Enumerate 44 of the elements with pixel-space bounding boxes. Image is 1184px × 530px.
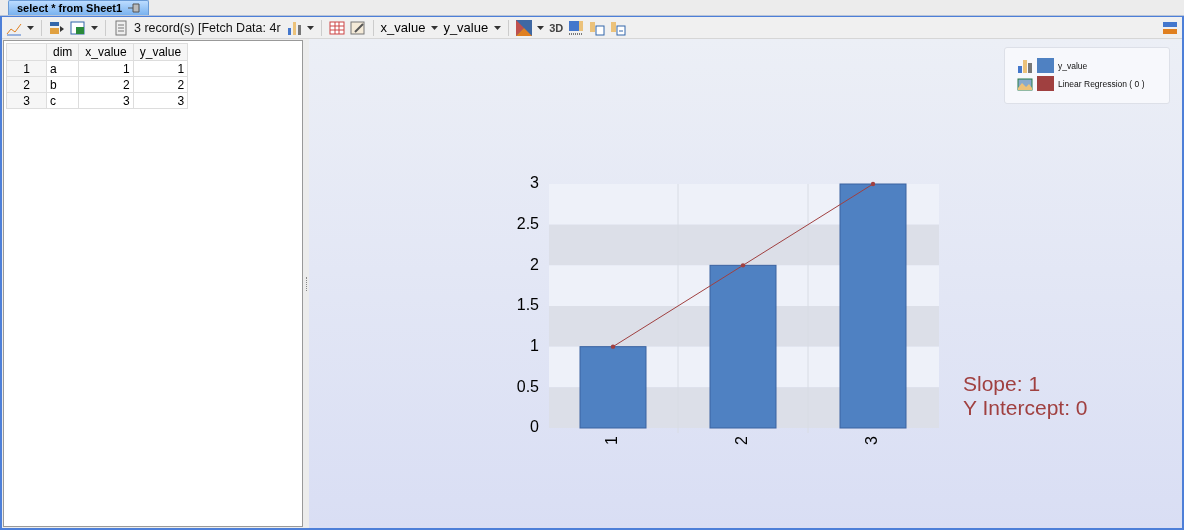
x-tick-label: 1	[603, 436, 621, 445]
pin-icon[interactable]	[128, 3, 141, 13]
bar-chart-icon	[1017, 58, 1033, 73]
column-header[interactable]: y_value	[133, 43, 188, 61]
bar-chart-icon[interactable]	[285, 19, 302, 36]
y-field-dropdown[interactable]: y_value	[443, 20, 502, 35]
color-scheme-icon[interactable]	[516, 19, 533, 36]
y-tick-label: 0.5	[516, 377, 539, 395]
chart-label-icon[interactable]	[610, 19, 627, 36]
slope-text: Slope: 1	[963, 372, 1042, 396]
y-tick-label: 3	[530, 174, 539, 192]
caret-icon[interactable]	[537, 25, 545, 30]
data-point	[740, 263, 746, 268]
legend-label: y_value	[1058, 60, 1088, 71]
column-header[interactable]: x_value	[78, 43, 134, 61]
layout-icon[interactable]	[1162, 19, 1178, 36]
chart-legend-icon[interactable]	[589, 19, 606, 36]
caret-icon[interactable]	[494, 25, 502, 30]
export-icon[interactable]	[49, 19, 65, 36]
column-header[interactable]: dim	[46, 43, 79, 61]
x-tick-label: 2	[733, 436, 751, 445]
caret-icon[interactable]	[431, 25, 439, 30]
caret-icon[interactable]	[306, 25, 314, 30]
document-tab[interactable]: select * from Sheet1	[8, 0, 150, 15]
record-count-text: 3 record(s) [Fetch Data: 4r	[134, 20, 281, 35]
edit-icon[interactable]	[349, 19, 366, 36]
caret-icon[interactable]	[91, 25, 98, 30]
intercept-text: Y Intercept: 0	[963, 396, 1088, 420]
three-d-toggle[interactable]: 3D	[549, 21, 564, 34]
y-tick-label: 1.5	[516, 296, 539, 314]
image-icon	[1017, 76, 1033, 91]
x-field-dropdown[interactable]: x_value	[380, 20, 439, 35]
x-tick-label: 3	[863, 436, 881, 445]
spreadsheet-icon[interactable]	[70, 19, 86, 36]
data-point	[610, 344, 616, 349]
legend-label: Linear Regression ( 0 )	[1058, 78, 1145, 89]
table-icon[interactable]	[328, 19, 345, 36]
y-tick-label: 2	[530, 255, 539, 273]
y-tick-label: 0	[530, 418, 539, 436]
y-tick-label: 1	[530, 336, 539, 354]
resize-icon[interactable]	[568, 19, 585, 36]
caret-icon[interactable]	[27, 25, 34, 30]
data-point	[870, 181, 876, 187]
y-tick-label: 2.5	[516, 214, 539, 232]
